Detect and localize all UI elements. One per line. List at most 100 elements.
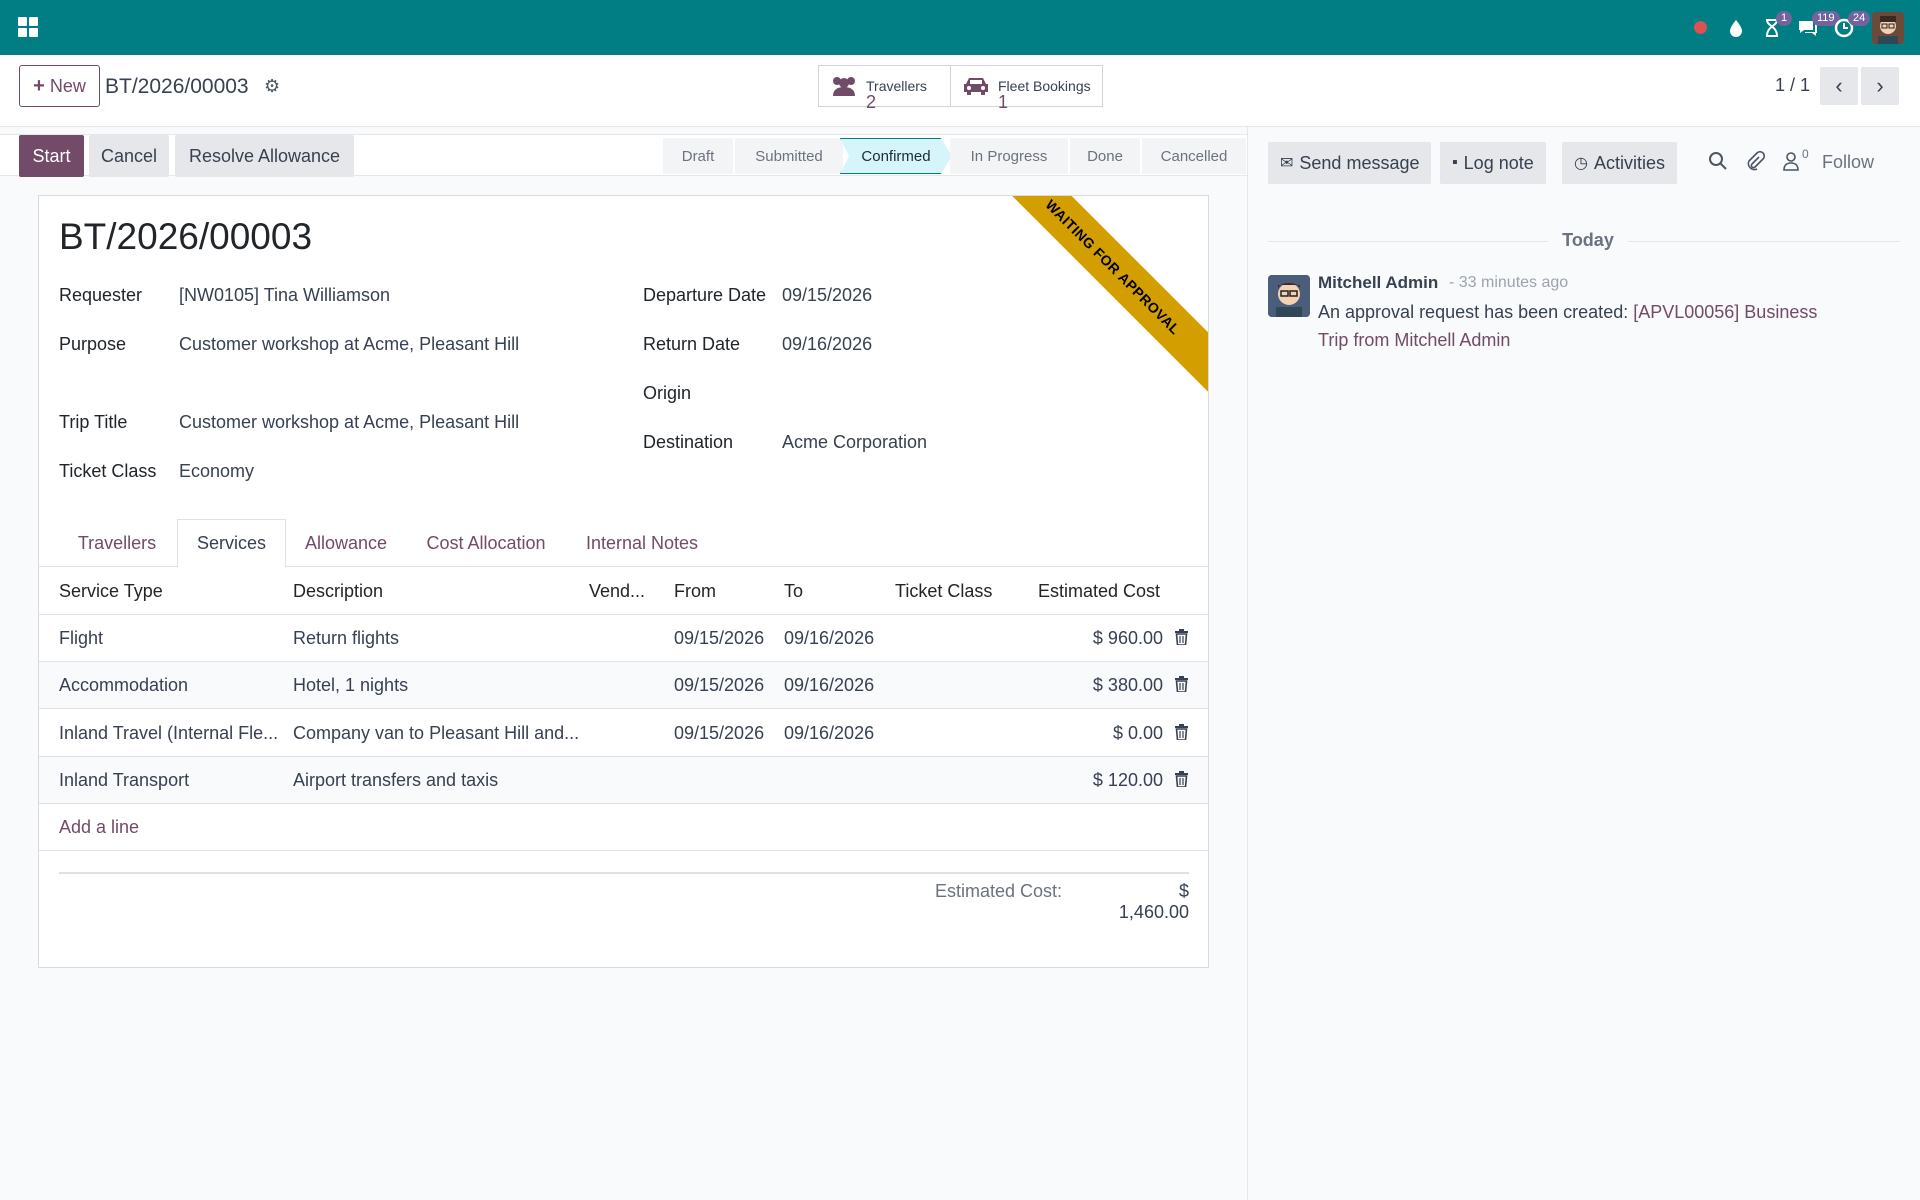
purpose-field[interactable]: Customer workshop at Acme, Pleasant Hill — [179, 334, 519, 355]
origin-field[interactable] — [782, 383, 1082, 407]
user-avatar[interactable] — [1872, 11, 1904, 44]
trash-icon[interactable] — [1175, 724, 1188, 740]
column-to[interactable]: To — [784, 581, 803, 602]
message-author[interactable]: Mitchell Admin — [1318, 273, 1438, 293]
ticket-class-field[interactable]: Economy — [179, 461, 254, 482]
fleet-bookings-smart-button[interactable]: Fleet Bookings 1 — [950, 65, 1103, 112]
log-note-button[interactable]: ▪ Log note — [1440, 142, 1546, 184]
fleet-bookings-count: 1 — [998, 92, 1009, 112]
tab-internal-notes[interactable]: Internal Notes — [567, 519, 717, 567]
pager-previous-button[interactable]: ‹ — [1820, 67, 1858, 105]
departure-date-field[interactable]: 09/15/2026 — [782, 285, 872, 306]
destination-label: Destination — [643, 432, 734, 452]
stage-done[interactable]: Done — [1070, 138, 1140, 174]
send-message-label: Send message — [1299, 152, 1420, 173]
row-estimated-cost: $ 960.00 — [1092, 628, 1163, 648]
notebook-tabs: Travellers Services Allowance Cost Alloc… — [39, 519, 1208, 568]
updates-badge: 24 — [1848, 11, 1871, 26]
tab-cost-allocation[interactable]: Cost Allocation — [407, 519, 565, 567]
pager-next-button[interactable]: › — [1861, 67, 1899, 105]
table-row[interactable]: Flight Return flights 09/15/2026 09/16/2… — [39, 615, 1208, 662]
resolve-allowance-button[interactable]: Resolve Allowance — [175, 135, 354, 177]
row-estimated-cost: $ 120.00 — [1092, 770, 1163, 790]
requester-field[interactable]: [NW0105] Tina Williamson — [179, 285, 390, 306]
chat-icon[interactable]: 119 — [1790, 0, 1840, 55]
row-service-type: Accommodation — [59, 675, 189, 695]
activities-button[interactable]: ◷ Activities — [1562, 142, 1677, 184]
new-button-label: New — [49, 75, 86, 96]
departure-date-label: Departure Date — [643, 285, 767, 305]
totals-divider — [59, 872, 1189, 874]
pager-value[interactable]: 1 / 1 — [1775, 75, 1810, 96]
navbar-systray: 1 119 24 — [1682, 0, 1920, 55]
estimated-cost-total-value: $ 1,460.00 — [1118, 881, 1189, 922]
record-name[interactable]: BT/2026/00003 — [59, 216, 312, 258]
row-service-type: Inland Travel (Internal Fle... — [59, 723, 279, 743]
column-vendor[interactable]: Vend... — [589, 581, 645, 602]
column-from[interactable]: From — [674, 581, 716, 602]
form-sheet: BT/2026/00003 WAITING FOR APPROVAL Reque… — [38, 195, 1209, 968]
travellers-count: 2 — [866, 92, 877, 112]
return-date-field[interactable]: 09/16/2026 — [782, 334, 872, 355]
stage-confirmed[interactable]: Confirmed — [840, 138, 952, 174]
table-row[interactable]: Inland Travel (Internal Fle... Company v… — [39, 710, 1208, 757]
gear-icon[interactable]: ⚙ — [264, 76, 280, 97]
column-ticket-class[interactable]: Ticket Class — [895, 581, 992, 602]
services-table-header: Service Type Description Vend... From To… — [39, 567, 1208, 615]
trip-title-field[interactable]: Customer workshop at Acme, Pleasant Hill — [179, 412, 519, 433]
apps-menu-icon[interactable] — [18, 17, 38, 37]
drop-icon[interactable] — [1718, 0, 1754, 55]
table-row[interactable]: Accommodation Hotel, 1 nights 09/15/2026… — [39, 662, 1208, 709]
add-a-line-link[interactable]: Add a line — [59, 817, 139, 838]
origin-label: Origin — [643, 383, 692, 403]
table-row[interactable]: Inland Transport Airport transfers and t… — [39, 757, 1208, 804]
followers-icon[interactable] — [1782, 151, 1800, 177]
row-service-type: Inland Transport — [59, 770, 190, 790]
form-statusbar: Start Cancel Resolve Allowance Draft Sub… — [0, 134, 1247, 177]
recording-icon[interactable] — [1682, 0, 1718, 55]
column-estimated-cost[interactable]: Estimated Cost — [1038, 581, 1160, 602]
waiting-approval-ribbon: WAITING FOR APPROVAL — [988, 196, 1208, 392]
control-panel: + New BT/2026/00003 ⚙ Travellers 2 Fleet B… — [0, 55, 1920, 127]
paperclip-icon[interactable] — [1745, 150, 1766, 177]
tab-services[interactable]: Services — [177, 519, 286, 568]
row-description: Hotel, 1 nights — [293, 675, 409, 695]
stage-draft[interactable]: Draft — [663, 138, 733, 174]
row-service-type: Flight — [59, 628, 104, 648]
column-service-type[interactable]: Service Type — [59, 581, 163, 602]
travellers-smart-button[interactable]: Travellers 2 — [818, 65, 951, 112]
stage-cancelled[interactable]: Cancelled — [1142, 138, 1246, 174]
tab-travellers[interactable]: Travellers — [59, 519, 175, 567]
stage-submitted[interactable]: Submitted — [735, 138, 843, 174]
hourglass-icon[interactable]: 1 — [1754, 0, 1793, 55]
row-estimated-cost: $ 0.00 — [1112, 723, 1163, 743]
message-body: An approval request has been created: [A… — [1318, 298, 1838, 354]
envelope-icon: ✉ — [1280, 155, 1294, 172]
destination-field[interactable]: Acme Corporation — [782, 432, 927, 453]
chatter-panel: ✉ Send message ▪ Log note ◷ Activities 0 Fo… — [1247, 127, 1920, 1200]
row-from: 09/15/2026 — [674, 723, 765, 743]
row-estimated-cost: $ 380.00 — [1092, 675, 1163, 695]
car-icon — [961, 74, 991, 98]
log-note-label: Log note — [1463, 152, 1534, 173]
send-message-button[interactable]: ✉ Send message — [1268, 142, 1432, 184]
note-icon: ▪ — [1452, 154, 1458, 171]
trash-icon[interactable] — [1175, 771, 1188, 787]
cancel-button[interactable]: Cancel — [89, 135, 169, 177]
search-icon[interactable] — [1708, 151, 1728, 177]
trash-icon[interactable] — [1175, 629, 1188, 645]
clock-icon[interactable]: 24 — [1826, 0, 1871, 55]
start-button[interactable]: Start — [19, 135, 84, 177]
tab-allowance[interactable]: Allowance — [287, 519, 405, 567]
message-timestamp: - 33 minutes ago — [1449, 274, 1569, 291]
trash-icon[interactable] — [1175, 676, 1188, 692]
row-from: 09/15/2026 — [674, 675, 765, 695]
follow-button[interactable]: Follow — [1822, 152, 1874, 173]
column-description[interactable]: Description — [293, 581, 383, 602]
message-author-avatar[interactable] — [1268, 275, 1310, 317]
new-button[interactable]: + New — [19, 65, 100, 107]
fleet-bookings-label: Fleet Bookings — [998, 78, 1091, 94]
stage-in-progress[interactable]: In Progress — [950, 138, 1068, 174]
message-text: An approval request has been created: — [1318, 302, 1634, 322]
requester-label: Requester — [59, 285, 143, 305]
